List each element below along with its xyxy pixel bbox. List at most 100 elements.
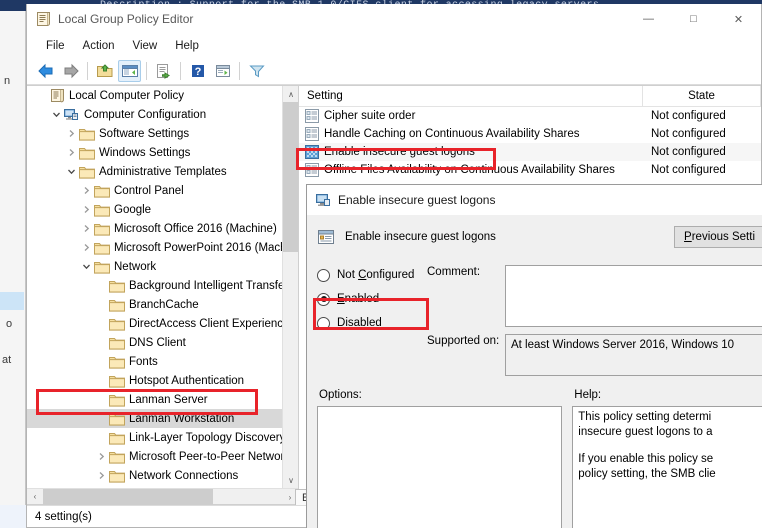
tree-node-lanman-workstation[interactable]: Lanman Workstation [27,409,298,428]
scroll-up-arrow-icon[interactable]: ∧ [283,86,298,102]
tree-node-windows-settings[interactable]: Windows Settings [27,143,298,162]
status-text: 4 setting(s) [35,511,92,523]
comment-field-row: Comment: [427,265,762,327]
forward-icon[interactable] [59,60,82,82]
menu-action[interactable]: Action [74,37,124,55]
table-row[interactable]: Enable insecure guest logonsNot configur… [299,143,761,161]
export-list-icon[interactable] [152,60,175,82]
tree-node-software-settings[interactable]: Software Settings [27,124,298,143]
tree-node-network-connections[interactable]: Network Connections [27,466,298,485]
table-row[interactable]: Cipher suite orderNot configured [299,107,761,125]
folder-icon [79,146,95,160]
table-row[interactable]: Offline Files Availability on Continuous… [299,161,761,179]
menu-view[interactable]: View [124,37,167,55]
help-section: Help: This policy setting determiinsecur… [572,383,762,528]
column-header-state[interactable]: State [643,86,761,106]
background-text-fragment: n [4,75,10,87]
radio-button-icon[interactable] [317,293,330,306]
chevron-right-icon[interactable] [93,468,109,484]
close-button[interactable]: ✕ [716,4,761,34]
tree-node-label: Microsoft Peer-to-Peer Networking Servic… [129,451,294,463]
dialog-options-help-section: Options: Help: This policy setting deter… [307,383,762,528]
dialog-heading-row: Enable insecure guest logons Previous Se… [307,215,762,259]
tree-node-computer-configuration[interactable]: Computer Configuration [27,105,298,124]
tree-scroll-thumb[interactable] [283,102,298,252]
tree-vertical-scrollbar[interactable]: ∧ ∨ [282,86,298,488]
policy-setting-selected-icon [305,145,319,159]
tree-node-fonts[interactable]: Fonts [27,352,298,371]
tree-spacer [93,297,109,313]
folder-icon [94,260,110,274]
tree-node-label: Computer Configuration [84,109,206,121]
up-one-level-icon[interactable] [93,60,116,82]
tree-node-lanman-server[interactable]: Lanman Server [27,390,298,409]
background-statusbar [0,505,26,528]
help-paragraph: If you enable this policy sepolicy setti… [578,452,759,482]
properties-icon[interactable] [211,60,234,82]
previous-setting-button[interactable]: Previous Setti [674,226,762,248]
tree-hscroll-thumb[interactable] [43,489,213,505]
help-icon[interactable]: ? [186,60,209,82]
tree-spacer [93,335,109,351]
column-header-setting[interactable]: Setting [299,86,643,106]
radio-disabled[interactable]: Disabled [317,311,427,335]
tree-spacer [93,392,109,408]
radio-button-icon[interactable] [317,317,330,330]
tree-node-google[interactable]: Google [27,200,298,219]
chevron-right-icon[interactable] [78,240,94,256]
menu-bar: File Action View Help [27,34,761,57]
tree-node-label: DNS Client [129,337,186,349]
policy-state-radio-group: Not Configured Enabled Disabled [317,259,427,383]
menu-file[interactable]: File [37,37,74,55]
tree-node-label: Fonts [129,356,158,368]
chevron-right-icon[interactable] [78,202,94,218]
tree-node-dns-client[interactable]: DNS Client [27,333,298,352]
computer-icon [64,108,80,122]
tree-node-hotspot-authentication[interactable]: Hotspot Authentication [27,371,298,390]
maximize-button[interactable]: □ [671,4,716,34]
tree-node-label: Software Settings [99,128,189,140]
tree-node-label: Microsoft Office 2016 (Machine) [114,223,277,235]
chevron-right-icon[interactable] [63,126,79,142]
tree-node-microsoft-peer-to-peer-networking-services[interactable]: Microsoft Peer-to-Peer Networking Servic… [27,447,298,466]
chevron-right-icon[interactable] [93,449,109,465]
chevron-right-icon[interactable] [63,145,79,161]
chevron-right-icon[interactable] [78,183,94,199]
tree-spacer [93,430,109,446]
radio-not-configured[interactable]: Not Configured [317,263,427,287]
chevron-down-icon[interactable] [78,259,94,275]
radio-label-not-configured: Not Configured [337,269,414,281]
back-icon[interactable] [34,60,57,82]
tree-node-microsoft-powerpoint-2016-machine[interactable]: Microsoft PowerPoint 2016 (Machine) [27,238,298,257]
tree-horizontal-scrollbar[interactable]: ‹ › [27,488,298,504]
chevron-right-icon[interactable] [78,221,94,237]
policy-setting-icon [305,127,319,141]
table-row[interactable]: Handle Caching on Continuous Availabilit… [299,125,761,143]
tree-node-administrative-templates[interactable]: Administrative Templates [27,162,298,181]
show-hide-tree-icon[interactable] [118,60,141,82]
tree-node-link-layer-topology-discovery[interactable]: Link-Layer Topology Discovery [27,428,298,447]
scroll-left-arrow-icon[interactable]: ‹ [27,489,43,505]
policy-setting-icon [317,229,335,245]
chevron-down-icon[interactable] [63,164,79,180]
tree-node-directaccess-client-experience-settings[interactable]: DirectAccess Client Experience Settings [27,314,298,333]
settings-list-header: Setting State [299,86,761,107]
tree-node-control-panel[interactable]: Control Panel [27,181,298,200]
folder-icon [79,127,95,141]
comment-input[interactable] [505,265,762,327]
filter-icon[interactable] [245,60,268,82]
radio-button-icon[interactable] [317,269,330,282]
menu-help[interactable]: Help [166,37,208,55]
minimize-button[interactable]: — [626,4,671,34]
radio-enabled[interactable]: Enabled [317,287,427,311]
tree-node-microsoft-office-2016-machine[interactable]: Microsoft Office 2016 (Machine) [27,219,298,238]
tree-node-background-intelligent-transfer-service[interactable]: Background Intelligent Transfer Service [27,276,298,295]
policy-scroll-icon [49,89,65,103]
setting-name: Cipher suite order [324,110,415,122]
options-panel[interactable] [317,406,562,528]
tree-node-branchcache[interactable]: BranchCache [27,295,298,314]
tree-node-network[interactable]: Network [27,257,298,276]
tree-node-local-computer-policy[interactable]: Local Computer Policy [27,86,298,105]
chevron-down-icon[interactable] [48,107,64,123]
folder-icon [109,355,125,369]
